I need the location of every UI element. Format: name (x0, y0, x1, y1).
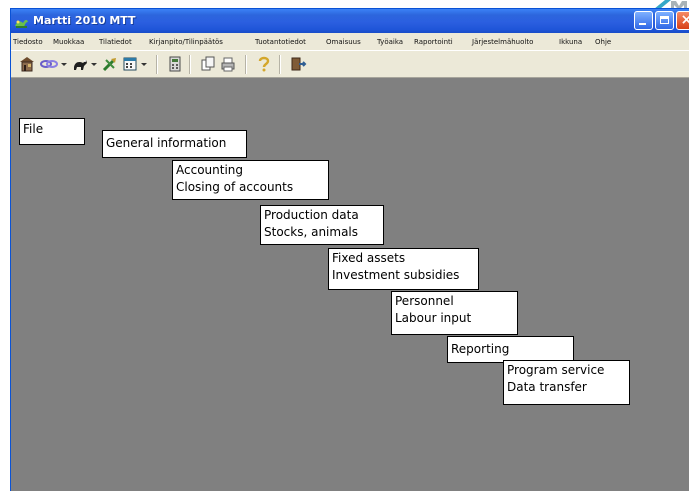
calculator-icon[interactable] (166, 55, 184, 73)
application-window: Martti 2010 MTT × Tiedosto Muokkaa Tilat… (10, 8, 689, 491)
program-service-card[interactable]: Program service Data transfer (503, 360, 630, 405)
menu-muokkaa[interactable]: Muokkaa (53, 35, 84, 49)
menu-ikkuna[interactable]: Ikkuna (559, 35, 582, 49)
stocks-animals-label: Stocks, animals (264, 225, 359, 239)
labour-input-label: Labour input (395, 311, 472, 325)
data-transfer-label: Data transfer (507, 380, 587, 394)
accounting-card[interactable]: Accounting Closing of accounts (172, 160, 329, 200)
minimize-icon (639, 23, 646, 25)
production-data-card[interactable]: Production data Stocks, animals (260, 205, 384, 245)
menu-tilatiedot[interactable]: Tilatiedot (99, 35, 132, 49)
menu-ohje[interactable]: Ohje (595, 35, 611, 49)
close-icon: × (680, 13, 689, 28)
personnel-label: Personnel (395, 294, 454, 308)
fixed-assets-card[interactable]: Fixed assets Investment subsidies (328, 248, 479, 290)
main-workspace: File General information Accounting Clos… (11, 78, 689, 491)
menu-bar: Tiedosto Muokkaa Tilatiedot Kirjanpito/T… (11, 33, 689, 51)
accounting-label: Accounting (176, 163, 244, 177)
file-card[interactable]: File (19, 118, 85, 145)
investment-subsidies-label: Investment subsidies (332, 268, 460, 282)
menu-tuotantotiedot[interactable]: Tuotantotiedot (255, 35, 306, 49)
menu-raportointi[interactable]: Raportointi (414, 35, 453, 49)
calendar-icon[interactable] (121, 55, 139, 73)
minimize-button[interactable] (634, 11, 653, 30)
window-title: Martti 2010 MTT (33, 14, 136, 27)
exit-icon[interactable] (289, 55, 307, 73)
toolbar (11, 51, 689, 78)
close-button[interactable]: × (676, 11, 689, 30)
closing-of-accounts-label: Closing of accounts (176, 180, 294, 194)
building-icon[interactable] (18, 55, 36, 73)
reporting-card[interactable]: Reporting (447, 336, 574, 363)
screenshot-page: Martti 2010 MTT × Tiedosto Muokkaa Tilat… (0, 0, 689, 491)
link-menu-arrow-icon[interactable] (61, 63, 67, 66)
maximize-button[interactable] (655, 11, 674, 30)
title-bar[interactable]: Martti 2010 MTT × (11, 9, 689, 33)
toolbar-separator (189, 55, 190, 74)
copy-icon[interactable] (199, 55, 217, 73)
toolbar-separator (245, 55, 246, 74)
toolbar-separator (279, 55, 280, 74)
printer-icon[interactable] (219, 55, 237, 73)
production-data-label: Production data (264, 208, 359, 222)
menu-kirjanpito-tilinpaatos[interactable]: Kirjanpito/Tilinpäätös (149, 35, 223, 49)
personnel-card[interactable]: Personnel Labour input (391, 291, 518, 335)
menu-tyoaika[interactable]: Työaika (377, 35, 403, 49)
help-icon[interactable] (255, 55, 273, 73)
martti-app-icon (14, 14, 29, 28)
program-service-label: Program service (507, 363, 605, 377)
menu-omaisuus[interactable]: Omaisuus (326, 35, 361, 49)
general-information-label: General information (106, 136, 227, 150)
link-icon[interactable] (39, 55, 59, 73)
fixed-assets-label: Fixed assets (332, 251, 406, 265)
animal-icon[interactable] (71, 55, 89, 73)
reporting-label: Reporting (451, 342, 510, 356)
maximize-icon (660, 16, 669, 24)
toolbar-separator (156, 55, 157, 74)
general-information-card[interactable]: General information (102, 130, 247, 158)
tools-icon[interactable] (101, 55, 119, 73)
calendar-menu-arrow-icon[interactable] (141, 63, 147, 66)
menu-jarjestelmahuolto[interactable]: Järjestelmähuolto (472, 35, 533, 49)
menu-tiedosto[interactable]: Tiedosto (13, 35, 43, 49)
animal-menu-arrow-icon[interactable] (91, 63, 97, 66)
file-label: File (23, 122, 44, 136)
